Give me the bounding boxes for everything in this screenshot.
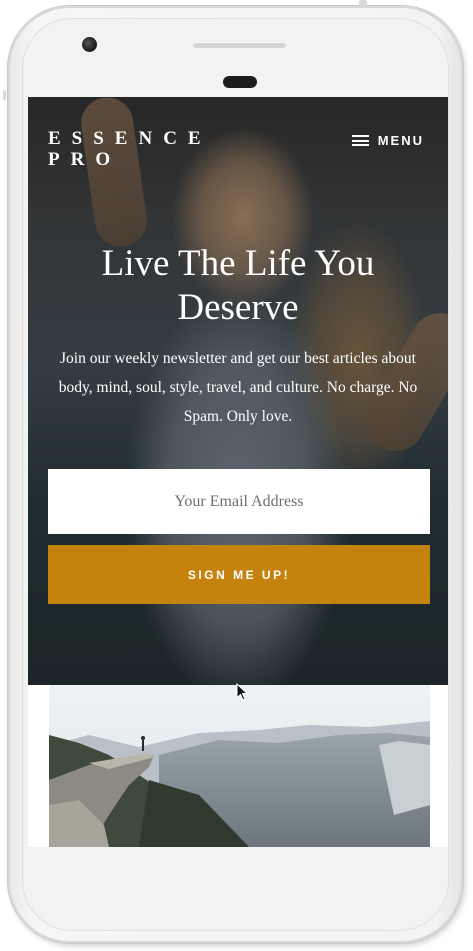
hero-section: ESSENCE PRO MENU Live The Life You Deser…: [28, 97, 448, 685]
front-camera-icon: [82, 37, 97, 52]
hamburger-icon: [351, 135, 369, 146]
sign-me-up-button[interactable]: SIGN ME UP!: [48, 545, 430, 604]
power-button: [359, 0, 367, 6]
mountain-landscape-image: [49, 685, 430, 847]
earpiece-icon: [223, 76, 257, 88]
menu-label: MENU: [377, 133, 424, 148]
featured-image[interactable]: [49, 685, 430, 847]
site-logo[interactable]: ESSENCE PRO: [48, 128, 248, 170]
menu-button[interactable]: MENU: [351, 133, 424, 148]
logo-line-2: PRO: [48, 149, 122, 170]
speaker-grille: [193, 42, 286, 48]
hero-subtext: Join our weekly newsletter and get our b…: [58, 350, 418, 425]
hero-headline-line-1: Live The Life You: [101, 243, 375, 284]
hero-headline-line-2: Deserve: [177, 287, 299, 328]
phone-screen: ESSENCE PRO MENU Live The Life You Deser…: [28, 97, 448, 847]
mouse-cursor-icon: [236, 683, 248, 701]
volume-button: [3, 90, 6, 100]
email-field[interactable]: [48, 469, 430, 534]
logo-line-1: ESSENCE: [48, 128, 212, 149]
hero-headline: Live The Life You Deserve: [28, 242, 448, 330]
